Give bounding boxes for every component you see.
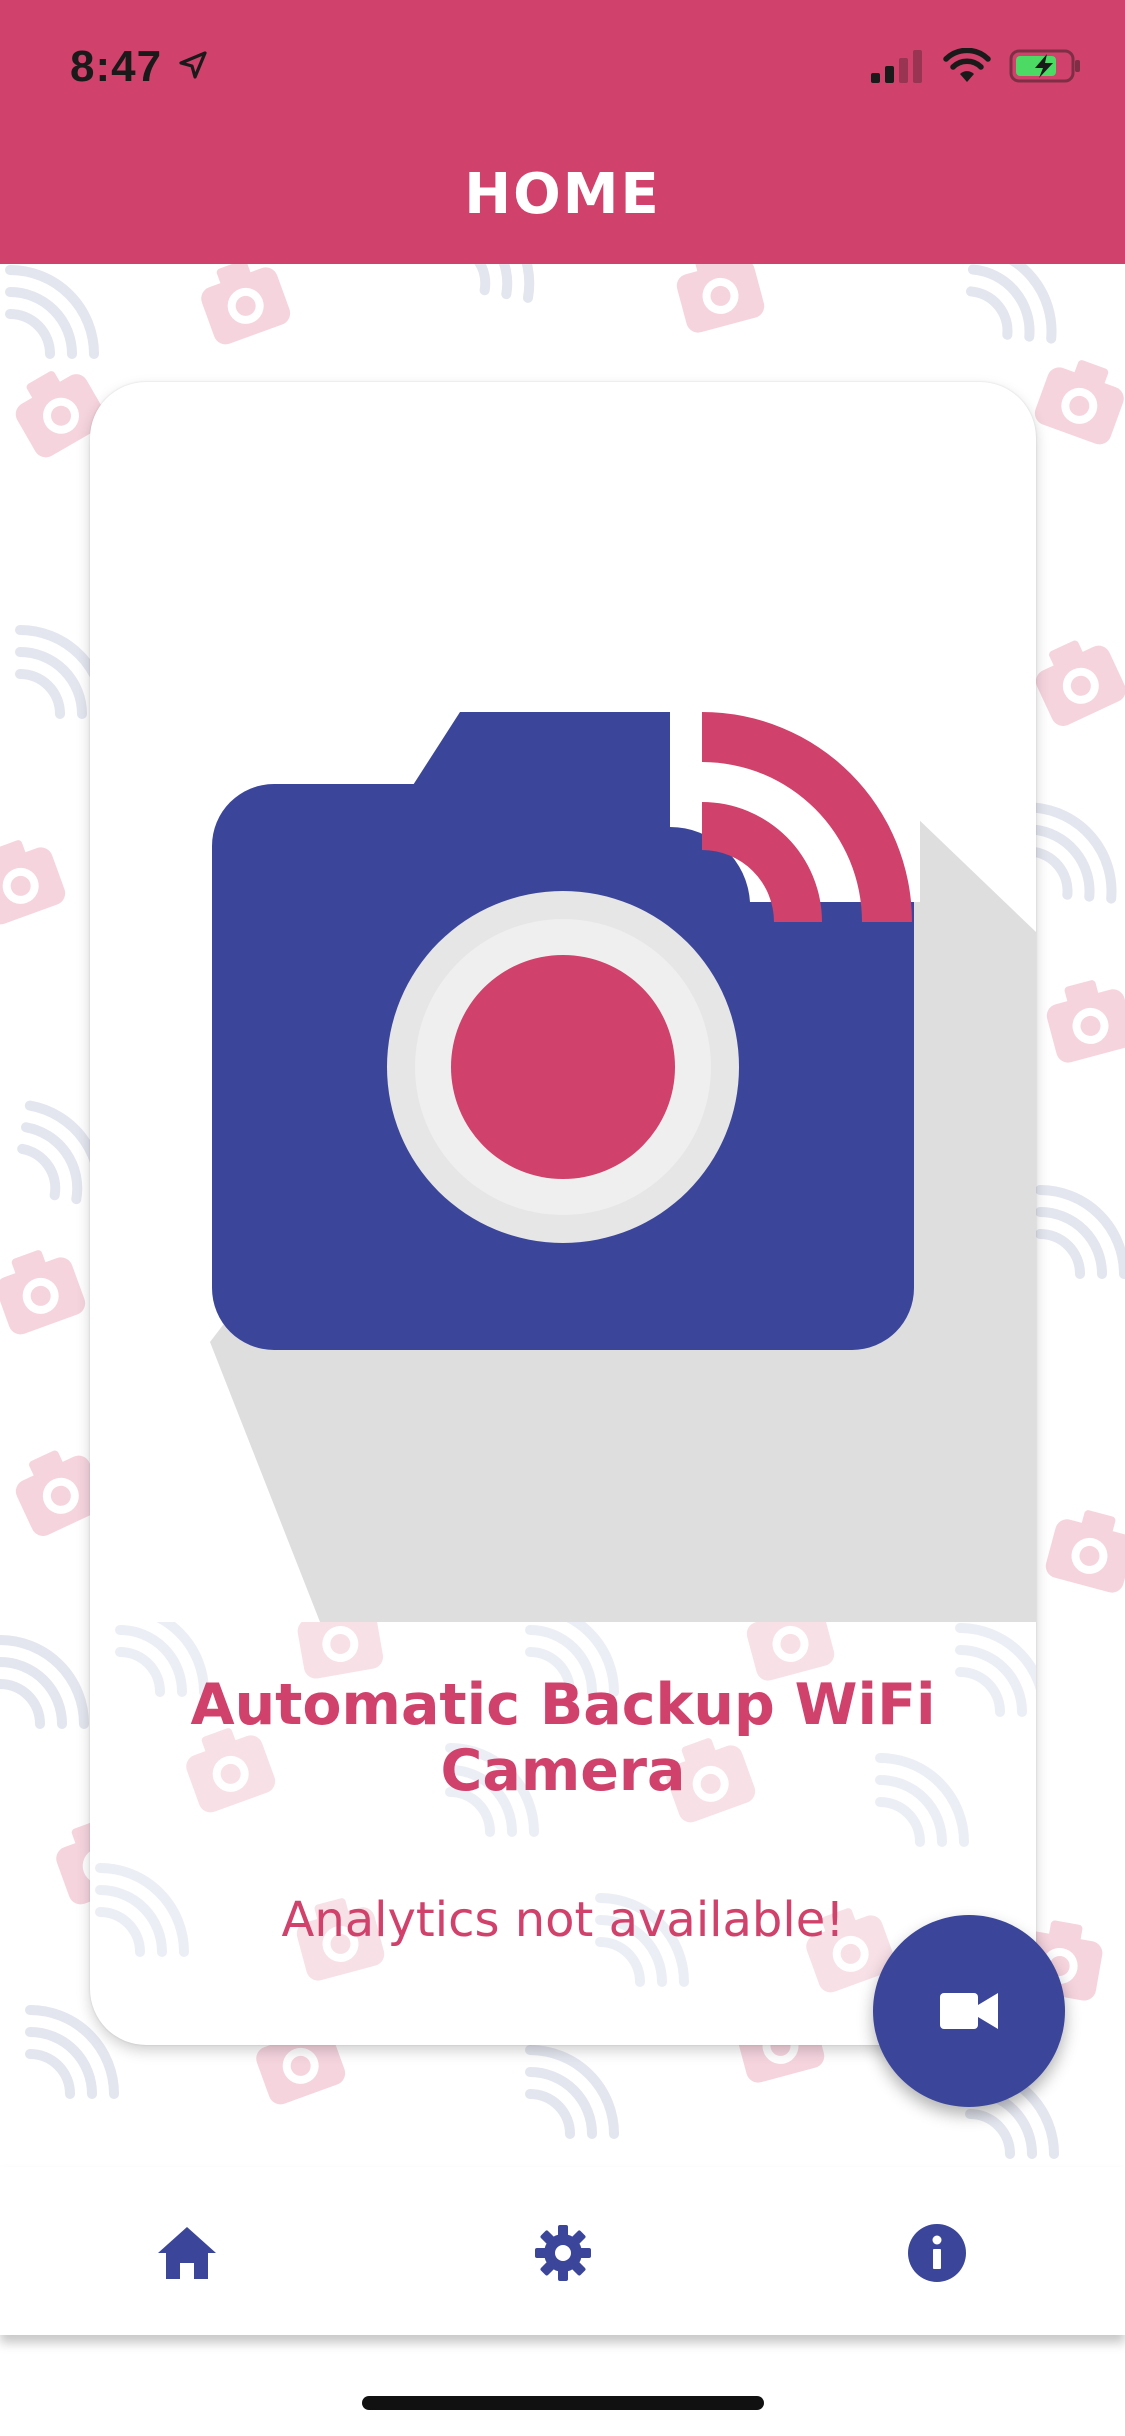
status-time: 8:47 (70, 42, 163, 91)
analytics-status: Analytics not available! (281, 1892, 845, 1948)
page-title: HOME (464, 162, 661, 227)
home-icon (158, 2227, 216, 2279)
videocam-icon (940, 1993, 998, 2029)
wifi-icon (943, 48, 991, 82)
nav-info[interactable] (905, 2221, 969, 2285)
info-icon (908, 2224, 966, 2282)
bottom-navigation (0, 2167, 1125, 2335)
status-icons (869, 48, 1083, 84)
camera-lens (451, 955, 675, 1179)
app-title: Automatic Backup WiFi Camera (190, 1672, 936, 1804)
app-card: Automatic Backup WiFi Camera Analytics n… (90, 382, 1036, 2045)
cellular-signal-icon (871, 50, 922, 83)
nav-settings[interactable] (531, 2221, 595, 2285)
location-arrow-icon (179, 51, 207, 79)
settings-icon (535, 2225, 591, 2281)
app-logo (210, 712, 1036, 1622)
nav-home[interactable] (155, 2221, 219, 2285)
app-header: 8:47 HOME (0, 0, 1125, 264)
battery-charging-icon (1009, 49, 1080, 83)
record-video-button[interactable] (873, 1915, 1065, 2107)
home-indicator[interactable] (362, 2396, 764, 2410)
